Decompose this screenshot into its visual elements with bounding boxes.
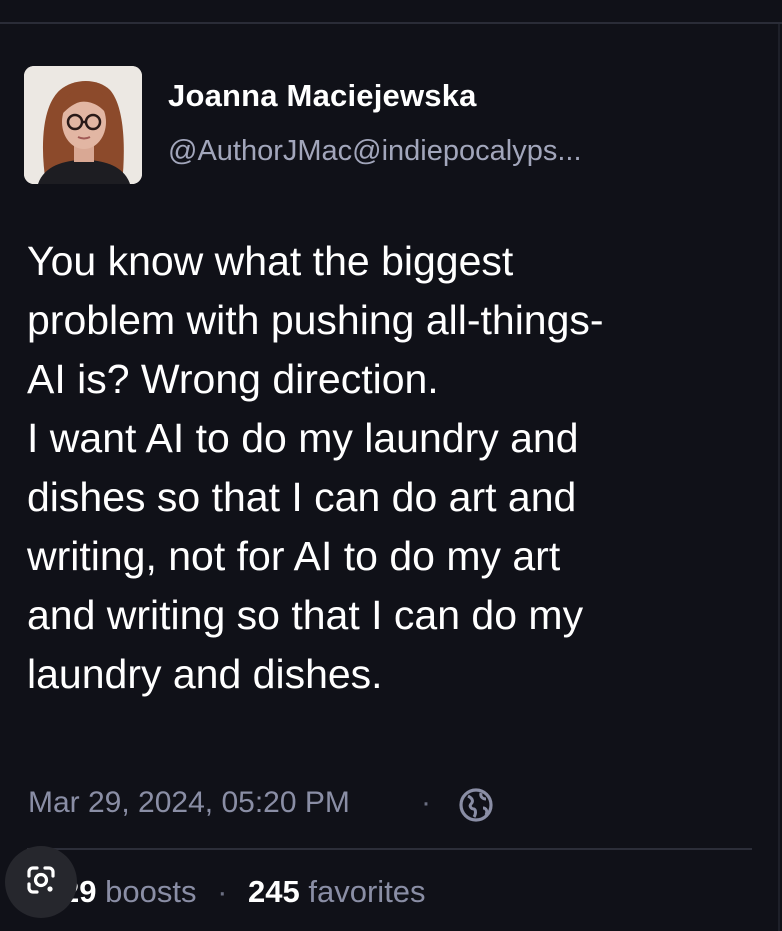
post-text-line: writing, not for AI to do my art	[27, 533, 561, 579]
timestamp-separator: ·	[421, 786, 431, 819]
stats-divider	[27, 848, 752, 850]
post-text-line: dishes so that I can do art and	[27, 474, 577, 520]
post-timestamp[interactable]: Mar 29, 2024, 05:20 PM	[28, 786, 350, 820]
avatar[interactable]	[24, 66, 142, 184]
author-handle[interactable]: @AuthorJMac@indiepocalyps...	[168, 135, 582, 168]
globe-icon	[457, 786, 495, 824]
post-text-line: laundry and dishes.	[27, 651, 383, 697]
post-text-line: I want AI to do my laundry and	[27, 415, 579, 461]
post-text-line: AI is? Wrong direction.	[27, 356, 439, 402]
favorites-label[interactable]: favorites	[308, 874, 425, 909]
post-stats: 29 boosts · 245 favorites	[62, 874, 426, 910]
google-lens-icon	[21, 860, 61, 905]
post-content: You know what the biggest problem with p…	[27, 232, 767, 704]
right-border	[778, 24, 780, 931]
favorites-count[interactable]: 245	[248, 874, 300, 909]
top-divider	[0, 22, 782, 24]
author-display-name[interactable]: Joanna Maciejewska	[168, 78, 477, 114]
post-text-line: and writing so that I can do my	[27, 592, 584, 638]
google-lens-button[interactable]	[5, 846, 77, 918]
stats-separator: ·	[217, 874, 228, 909]
post-text-line: problem with pushing all-things-	[27, 297, 604, 343]
boosts-label[interactable]: boosts	[105, 874, 196, 909]
post-text-line: You know what the biggest	[27, 238, 514, 284]
